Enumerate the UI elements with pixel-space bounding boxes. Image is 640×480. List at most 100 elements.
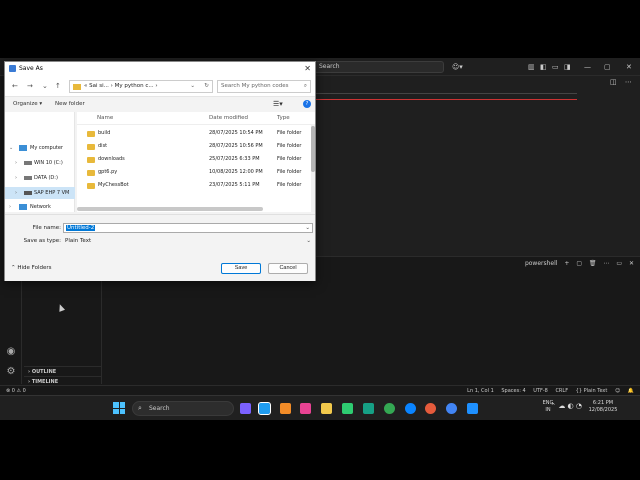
file-name-label: File name: [32, 225, 61, 231]
split-editor-icon[interactable]: ◫ [610, 78, 617, 86]
file-row-build[interactable]: build 28/07/2025 10:54 PM File folder [77, 127, 315, 140]
language-indicator[interactable]: ENG IN [540, 400, 556, 414]
save-as-dialog: Save As ✕ ← → ⌄ ↑ « Sai si... › My pytho… [4, 61, 316, 281]
save-button[interactable]: Save [221, 263, 261, 274]
toggle-sidebar-icon[interactable]: ◧ [540, 62, 547, 72]
nav-item-network[interactable]: › Network [5, 201, 75, 213]
desktop-screen: Search ☺▾ ▥ ◧ ▭ ◨ — ▢ ✕ ◉ ⚙ › OUTLINE › … [0, 58, 640, 420]
notifications-bell-icon[interactable]: 🔔 [628, 388, 634, 394]
dialog-title-bar[interactable]: Save As ✕ [5, 62, 315, 75]
save-as-type-label: Save as type: [23, 238, 61, 244]
pycharm-app-icon[interactable] [363, 403, 374, 414]
taskbar-search[interactable]: ⌕ Search [132, 401, 234, 416]
firefox-app-icon[interactable] [425, 403, 436, 414]
nav-item-win10[interactable]: › WIN 10 (C:) [5, 157, 75, 169]
encoding[interactable]: UTF-8 [533, 388, 548, 394]
hide-folders-label: Hide Folders [17, 265, 52, 271]
chrome-profile-icon[interactable] [446, 403, 457, 414]
up-arrow-icon[interactable]: ↑ [55, 81, 61, 91]
folder-icon [87, 170, 95, 176]
cursor-position[interactable]: Ln 1, Col 1 [467, 388, 494, 394]
more-actions-icon[interactable]: ⋯ [625, 78, 632, 86]
chevron-down-icon[interactable]: ⌄ [9, 142, 13, 154]
column-type[interactable]: Type [277, 112, 290, 125]
edge-app-icon[interactable] [405, 403, 416, 414]
back-arrow-icon[interactable]: ← [12, 81, 18, 91]
scroll-thumb[interactable] [311, 126, 315, 172]
split-terminal-icon[interactable]: ▢ [576, 260, 582, 267]
vlc-app-icon[interactable] [280, 403, 291, 414]
chevron-down-icon[interactable]: ⌄ [306, 236, 311, 246]
chevron-down-icon[interactable]: ⌄ [305, 224, 310, 232]
feedback-icon[interactable]: ☺ [615, 388, 620, 394]
photos-app-icon[interactable] [300, 403, 311, 414]
recent-locations-icon[interactable]: ⌄ [42, 81, 48, 91]
kill-terminal-icon[interactable]: 🗑 [589, 260, 597, 267]
hide-folders-toggle[interactable]: ⌃ Hide Folders [11, 263, 52, 273]
terminal-tab-powershell[interactable]: powershell [525, 260, 558, 267]
file-type: File folder [277, 182, 302, 188]
dialog-close-icon[interactable]: ✕ [304, 62, 311, 75]
column-date-modified[interactable]: Date modified [209, 112, 248, 125]
maximize-icon[interactable]: ▢ [604, 62, 611, 72]
clock[interactable]: 6:21 PM 12/08/2025 [586, 400, 620, 414]
view-options-icon[interactable]: ☰▾ [273, 97, 283, 111]
copilot-app-icon[interactable] [240, 403, 251, 414]
save-as-type-select[interactable]: Plain Text ⌄ [63, 236, 313, 246]
nav-item-data[interactable]: › DATA (D:) [5, 172, 75, 184]
chrome-app-icon[interactable] [384, 403, 395, 414]
toggle-secondary-sidebar-icon[interactable]: ◨ [564, 62, 571, 72]
file-explorer-icon[interactable] [321, 403, 332, 414]
vscode-command-search[interactable]: Search [314, 61, 444, 73]
toggle-panel-icon[interactable]: ▭ [552, 62, 559, 72]
line-ending[interactable]: CRLF [555, 388, 568, 394]
file-list-vertical-scrollbar[interactable] [311, 124, 315, 212]
new-terminal-icon[interactable]: + [564, 260, 569, 267]
settings-gear-icon[interactable]: ⚙ [5, 366, 17, 378]
refresh-icon[interactable]: ↻ [204, 81, 209, 92]
close-panel-icon[interactable]: ✕ [629, 260, 634, 267]
file-row-dist[interactable]: dist 28/07/2025 10:56 PM File folder [77, 140, 315, 153]
column-name[interactable]: Name [97, 112, 113, 125]
file-type: File folder [277, 169, 302, 175]
indentation[interactable]: Spaces: 4 [501, 388, 525, 394]
nav-item-sap-ehp[interactable]: › SAP EHP 7 VM [5, 187, 75, 199]
terminal-more-icon[interactable]: ⋯ [603, 260, 609, 267]
organize-button[interactable]: Organize ▾ [13, 97, 42, 111]
clock-date: 12/08/2025 [588, 407, 618, 413]
address-dropdown-icon[interactable]: ⌄ [190, 81, 195, 92]
layout-panel-icon[interactable]: ▥ [528, 62, 535, 72]
editor-area[interactable]: ◫ ⋯ [315, 76, 640, 256]
file-name-input[interactable]: Untitled-2 ⌄ [63, 223, 313, 233]
outline-section[interactable]: › OUTLINE [24, 366, 102, 376]
copilot-icon[interactable]: ☺▾ [452, 62, 463, 72]
command-bar: Organize ▾ New folder ☰▾ ? [5, 97, 315, 111]
file-row-mychessbot[interactable]: MyChessBot 23/07/2025 5:11 PM File folde… [77, 179, 315, 192]
forward-arrow-icon[interactable]: → [27, 81, 33, 91]
chevron-right-icon[interactable]: › [9, 201, 11, 213]
file-list-horizontal-scrollbar[interactable] [77, 207, 263, 211]
nav-label: My computer [30, 145, 63, 151]
new-folder-button[interactable]: New folder [55, 97, 85, 111]
dialog-title: Save As [19, 65, 43, 72]
file-row-gpt6[interactable]: gpt6.py 10/08/2025 12:00 PM File folder [77, 166, 315, 179]
remote-desktop-icon[interactable] [467, 403, 478, 414]
calculator-app-icon[interactable] [342, 403, 353, 414]
close-window-icon[interactable]: ✕ [626, 62, 632, 72]
chevron-right-icon[interactable]: › [15, 187, 17, 199]
chevron-right-icon[interactable]: › [15, 157, 17, 169]
cancel-button[interactable]: Cancel [268, 263, 308, 274]
maximize-panel-icon[interactable]: ▭ [616, 260, 622, 267]
minimize-icon[interactable]: — [584, 62, 591, 72]
help-icon[interactable]: ? [303, 100, 311, 108]
file-row-downloads[interactable]: downloads 25/07/2025 6:33 PM File folder [77, 153, 315, 166]
vscode-app-icon[interactable] [258, 402, 271, 415]
account-icon[interactable]: ◉ [5, 346, 17, 358]
folder-search-input[interactable]: Search My python codes ⌕ [217, 80, 311, 93]
chevron-right-icon[interactable]: › [15, 172, 17, 184]
address-bar[interactable]: « Sai si... › My python c... › ⌄ ↻ [69, 80, 213, 93]
nav-item-my-computer[interactable]: ⌄ My computer [5, 142, 75, 154]
language-mode[interactable]: {} Plain Text [576, 388, 608, 394]
start-windows-icon[interactable] [113, 402, 125, 414]
address-toolbar: ← → ⌄ ↑ « Sai si... › My python c... › ⌄… [5, 75, 315, 97]
